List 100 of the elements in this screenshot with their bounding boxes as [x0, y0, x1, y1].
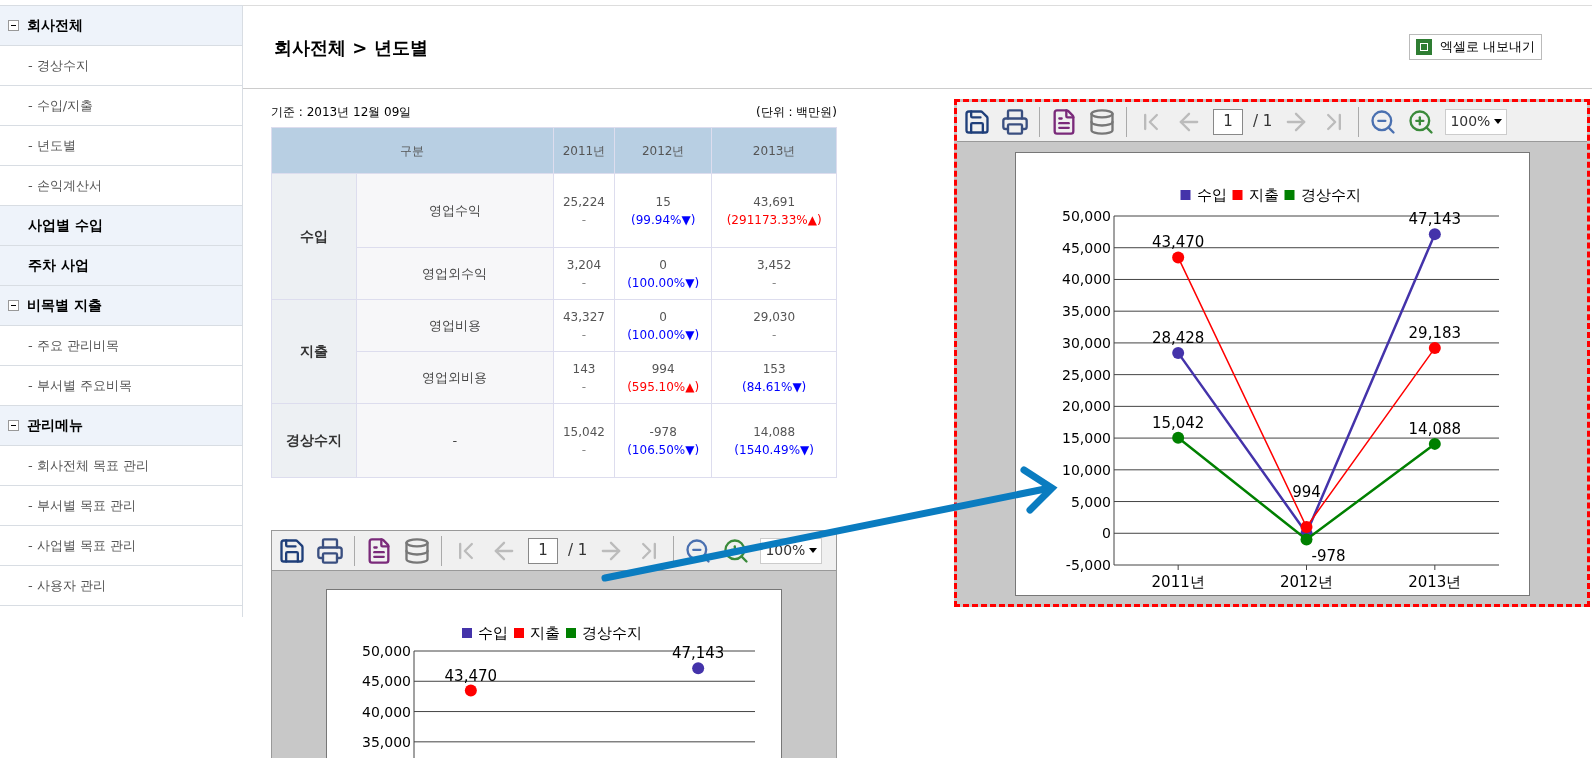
x-tick-label: 2013년	[1407, 573, 1461, 591]
data-label: 29,183	[1408, 324, 1461, 343]
table-cell: 14,088 (1540.49%▼)	[711, 403, 837, 478]
row-header: -	[356, 403, 554, 478]
page-number-field[interactable]: 1	[1213, 108, 1243, 135]
data-point-marker	[1171, 346, 1184, 359]
row-group-header: 지출	[271, 299, 357, 404]
y-tick-label: 40,000	[362, 703, 411, 720]
data-point-marker	[1428, 437, 1441, 450]
x-tick-label: 2012년	[1279, 573, 1333, 591]
legend-label: 지출	[1248, 186, 1278, 204]
printer-icon[interactable]	[1001, 107, 1029, 136]
data-point-marker	[1171, 251, 1184, 264]
y-tick-label: -5,000	[1065, 557, 1111, 573]
y-tick-label: 40,000	[1061, 271, 1111, 288]
table-cell: 994 (595.10%▲)	[614, 351, 712, 404]
table-cell: 153 (84.61%▼)	[711, 351, 837, 404]
export-excel-button[interactable]: 엑셀로 내보내기	[1408, 34, 1542, 60]
sidebar-item[interactable]: - 회사전체 목표 관리	[28, 455, 150, 476]
zoom-in-icon[interactable]	[1407, 107, 1436, 136]
table-cell: 25,224 -	[553, 173, 615, 248]
printer-icon[interactable]	[316, 536, 344, 565]
data-label: 15,042	[1151, 413, 1204, 432]
data-label: 994	[1291, 482, 1321, 501]
data-point-marker	[1300, 520, 1312, 533]
collapse-toggle-icon[interactable]	[8, 300, 19, 311]
zoom-in-icon[interactable]	[722, 536, 751, 565]
sidebar-item[interactable]: - 수입/지출	[28, 95, 94, 116]
data-label: 14,088	[1408, 419, 1461, 438]
row-header: 영업수익	[356, 173, 554, 248]
y-tick-label: 15,000	[1061, 430, 1111, 447]
y-tick-label: 45,000	[1061, 239, 1111, 256]
sidebar-item[interactable]: 비목별 지출	[27, 295, 102, 316]
sidebar-item[interactable]: 주차 사업	[28, 255, 89, 276]
save-icon[interactable]	[278, 536, 306, 565]
y-tick-label: 0	[1101, 525, 1111, 542]
data-point-marker	[1300, 533, 1312, 546]
column-header: 구분	[271, 127, 554, 174]
row-group-header: 수입	[271, 173, 357, 300]
collapse-toggle-icon[interactable]	[8, 420, 19, 431]
page-title: 회사전체 > 년도별	[274, 35, 428, 60]
database-icon[interactable]	[403, 536, 431, 565]
y-tick-label: 35,000	[362, 733, 411, 750]
sidebar-item[interactable]: - 년도별	[28, 135, 76, 156]
table-cell: 3,204 -	[553, 247, 615, 300]
y-tick-label: 30,000	[1061, 334, 1111, 351]
zoom-select[interactable]: 100%	[1445, 108, 1508, 135]
table-cell: 43,327 -	[553, 299, 615, 352]
sidebar-item[interactable]: 회사전체	[27, 15, 83, 36]
data-label: 28,428	[1151, 328, 1204, 347]
legend-label: 경상수지	[1300, 186, 1360, 204]
data-point-marker	[1428, 228, 1441, 241]
save-icon[interactable]	[963, 107, 991, 136]
sidebar-item[interactable]: - 사업별 목표 관리	[28, 535, 137, 556]
sidebar-item[interactable]: - 부서별 목표 관리	[28, 495, 137, 516]
table-cell: 0 (100.00%▼)	[614, 299, 712, 352]
zoom-out-icon[interactable]	[684, 536, 713, 565]
table-cell: 29,030 -	[711, 299, 837, 352]
legend-label: 경상수지	[582, 624, 642, 642]
y-tick-label: 10,000	[1061, 461, 1111, 478]
table-cell: -978 (106.50%▼)	[614, 403, 712, 478]
data-point-marker	[692, 662, 705, 675]
column-header: 2013년	[711, 127, 837, 174]
database-icon[interactable]	[1088, 107, 1116, 136]
page-count: / 1	[1253, 111, 1273, 133]
page-count: / 1	[568, 540, 588, 562]
table-cell: 43,691 (291173.33%▲)	[711, 173, 837, 248]
y-tick-label: 25,000	[1061, 366, 1111, 383]
y-tick-label: 5,000	[1070, 493, 1111, 510]
y-tick-label: 35,000	[1061, 303, 1111, 320]
sidebar-item[interactable]: 사업별 수입	[28, 215, 103, 236]
collapse-toggle-icon[interactable]	[8, 20, 19, 31]
spreadsheet-icon	[1415, 39, 1432, 55]
zoom-out-icon[interactable]	[1369, 107, 1398, 136]
sidebar-item[interactable]: 관리메뉴	[27, 415, 83, 436]
table-cell: 0 (100.00%▼)	[614, 247, 712, 300]
y-tick-label: 45,000	[362, 673, 411, 690]
data-label: -978	[1311, 547, 1345, 566]
x-tick-label: 2011년	[1151, 573, 1205, 591]
page-number-field[interactable]: 1	[528, 537, 558, 564]
unit-note: (단위 : 백만원)	[755, 104, 837, 121]
legend-label: 수입	[478, 624, 508, 642]
caret-icon	[809, 548, 818, 553]
data-label: 43,470	[444, 666, 498, 685]
sidebar-item[interactable]: - 경상수지	[28, 55, 89, 76]
sidebar-item[interactable]: - 주요 관리비목	[28, 335, 119, 356]
row-header: 영업비용	[356, 299, 554, 352]
sidebar-item[interactable]: - 손익계산서	[28, 175, 102, 196]
row-header: 영업외비용	[356, 351, 554, 404]
caret-icon	[1494, 119, 1503, 124]
sidebar-item[interactable]: - 부서별 주요비목	[28, 375, 132, 396]
row-group-header: 경상수지	[271, 403, 357, 478]
data-point-marker	[1171, 431, 1184, 444]
sidebar-item[interactable]: - 사용자 관리	[28, 575, 106, 596]
legend-label: 수입	[1196, 186, 1226, 204]
y-tick-label: 50,000	[362, 643, 411, 659]
reference-date: 기준 : 2013년 12월 09일	[271, 104, 412, 121]
data-label: 47,143	[671, 644, 725, 663]
y-tick-label: 20,000	[1061, 398, 1111, 415]
column-header: 2012년	[614, 127, 712, 174]
